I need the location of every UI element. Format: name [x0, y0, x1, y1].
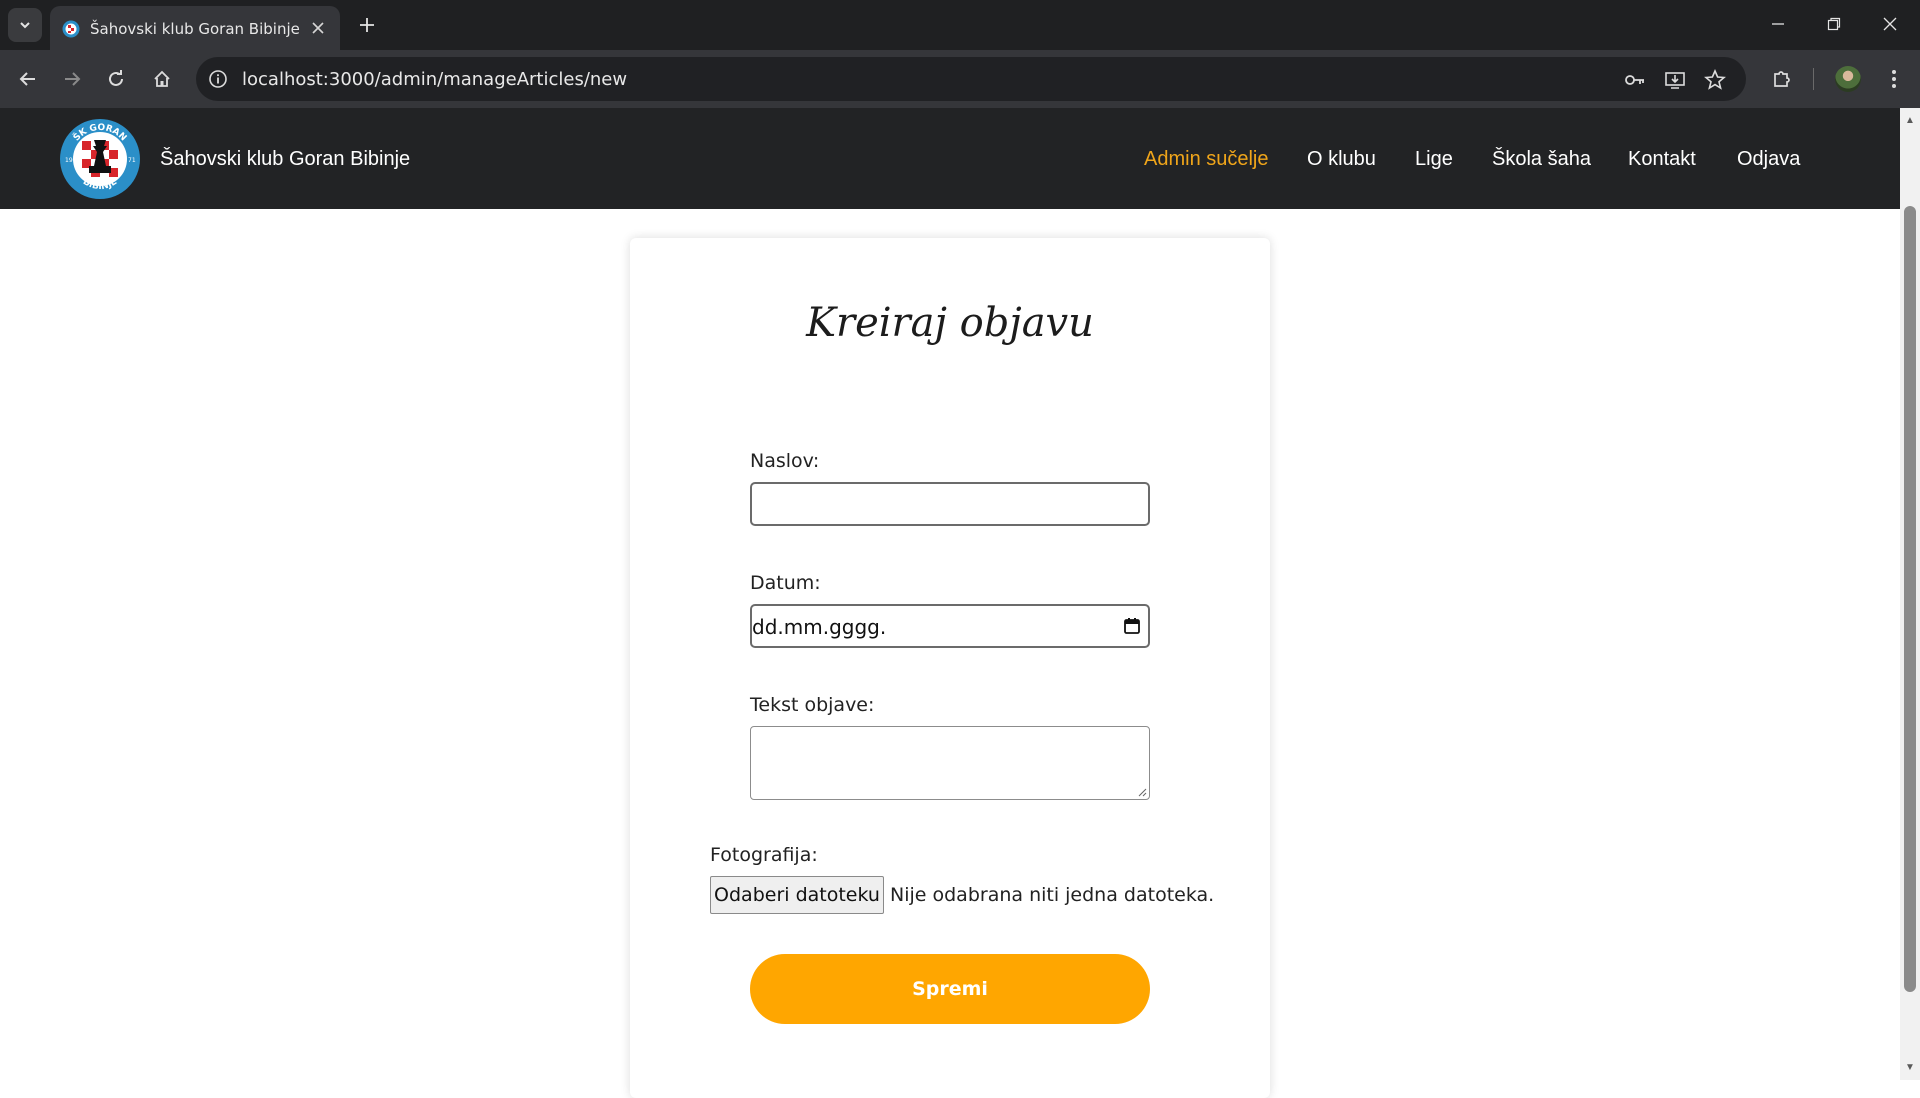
reload-button[interactable] — [98, 61, 134, 97]
home-icon — [154, 70, 170, 87]
back-button[interactable] — [10, 61, 46, 97]
site-info-button[interactable] — [206, 67, 230, 91]
nav-link-admin[interactable]: Admin sučelje — [1144, 148, 1269, 171]
close-icon — [1883, 17, 1897, 31]
toolbar-divider — [1813, 68, 1814, 90]
url-text[interactable]: localhost:3000/admin/manageArticles/new — [242, 69, 627, 90]
choose-file-button[interactable]: Odaberi datoteku — [710, 876, 884, 914]
info-icon — [209, 70, 227, 88]
forward-button[interactable] — [54, 61, 90, 97]
club-logo[interactable]: ŠK GORAN BIBINJE 19 71 — [59, 118, 141, 200]
browser-tab-bar: Šahovski klub Goran Bibinje — [0, 0, 1920, 50]
site-title[interactable]: Šahovski klub Goran Bibinje — [160, 148, 410, 171]
date-input-value: dd.mm.gggg. — [752, 615, 887, 639]
restore-icon — [1827, 17, 1841, 31]
nav-link-about[interactable]: O klubu — [1307, 148, 1376, 171]
scroll-up-arrow-icon[interactable]: ▲ — [1900, 110, 1920, 130]
logo-year-right: 71 — [128, 157, 136, 164]
form-title: Kreiraj objavu — [806, 300, 1094, 346]
save-button[interactable]: Spremi — [750, 954, 1150, 1024]
arrow-right-icon — [65, 72, 81, 86]
article-form-card: Kreiraj objavu Naslov: Datum: dd.mm.gggg… — [630, 238, 1270, 1098]
nav-link-logout[interactable]: Odjava — [1737, 148, 1800, 171]
date-input[interactable]: dd.mm.gggg. — [750, 604, 1150, 648]
plus-icon — [360, 18, 374, 32]
key-icon — [1625, 75, 1644, 85]
new-tab-button[interactable] — [352, 10, 382, 40]
chevron-down-icon — [20, 22, 30, 29]
calendar-icon[interactable] — [1122, 616, 1142, 636]
more-vertical-icon — [1892, 70, 1896, 88]
article-text-area[interactable] — [750, 726, 1150, 800]
title-input[interactable] — [750, 482, 1150, 526]
tab-search-button[interactable] — [8, 8, 42, 42]
install-icon — [1665, 72, 1685, 89]
browser-toolbar: localhost:3000/admin/manageArticles/new — [0, 50, 1920, 108]
title-field-label: Naslov: — [750, 450, 820, 472]
scrollbar-thumb[interactable] — [1904, 206, 1916, 992]
photo-field-label: Fotografija: — [710, 844, 818, 866]
arrow-left-icon — [19, 72, 35, 86]
extensions-button[interactable] — [1764, 61, 1800, 97]
nav-link-chess-school[interactable]: Škola šaha — [1492, 148, 1591, 171]
password-key-button[interactable] — [1622, 67, 1648, 93]
logo-year-left: 19 — [65, 157, 73, 164]
close-icon — [312, 22, 324, 34]
browser-menu-button[interactable] — [1876, 61, 1912, 97]
minimize-icon — [1772, 23, 1784, 25]
nav-link-contact[interactable]: Kontakt — [1628, 148, 1696, 171]
nav-link-leagues[interactable]: Lige — [1415, 148, 1453, 171]
address-bar[interactable]: localhost:3000/admin/manageArticles/new — [196, 57, 1746, 101]
restore-window-button[interactable] — [1806, 4, 1862, 44]
site-header: ŠK GORAN BIBINJE 19 71 Šahovski klub Gor… — [0, 108, 1900, 209]
star-icon — [1704, 69, 1726, 90]
date-field-label: Datum: — [750, 572, 821, 594]
scroll-down-arrow-icon[interactable]: ▼ — [1900, 1057, 1920, 1077]
close-tab-button[interactable] — [306, 16, 330, 40]
home-button[interactable] — [144, 61, 180, 97]
reload-icon — [109, 70, 123, 86]
profile-avatar[interactable] — [1835, 66, 1861, 92]
minimize-window-button[interactable] — [1750, 4, 1806, 44]
browser-tab[interactable]: Šahovski klub Goran Bibinje — [50, 6, 340, 50]
puzzle-icon — [1774, 71, 1790, 87]
tab-title: Šahovski klub Goran Bibinje — [90, 20, 300, 38]
bookmark-button[interactable] — [1702, 67, 1728, 93]
resize-handle-icon[interactable] — [1137, 787, 1147, 797]
close-window-button[interactable] — [1862, 4, 1918, 44]
install-app-button[interactable] — [1662, 67, 1688, 93]
chess-club-favicon-icon — [62, 20, 80, 38]
text-field-label: Tekst objave: — [750, 694, 875, 716]
file-status-text: Nije odabrana niti jedna datoteka. — [890, 884, 1215, 906]
